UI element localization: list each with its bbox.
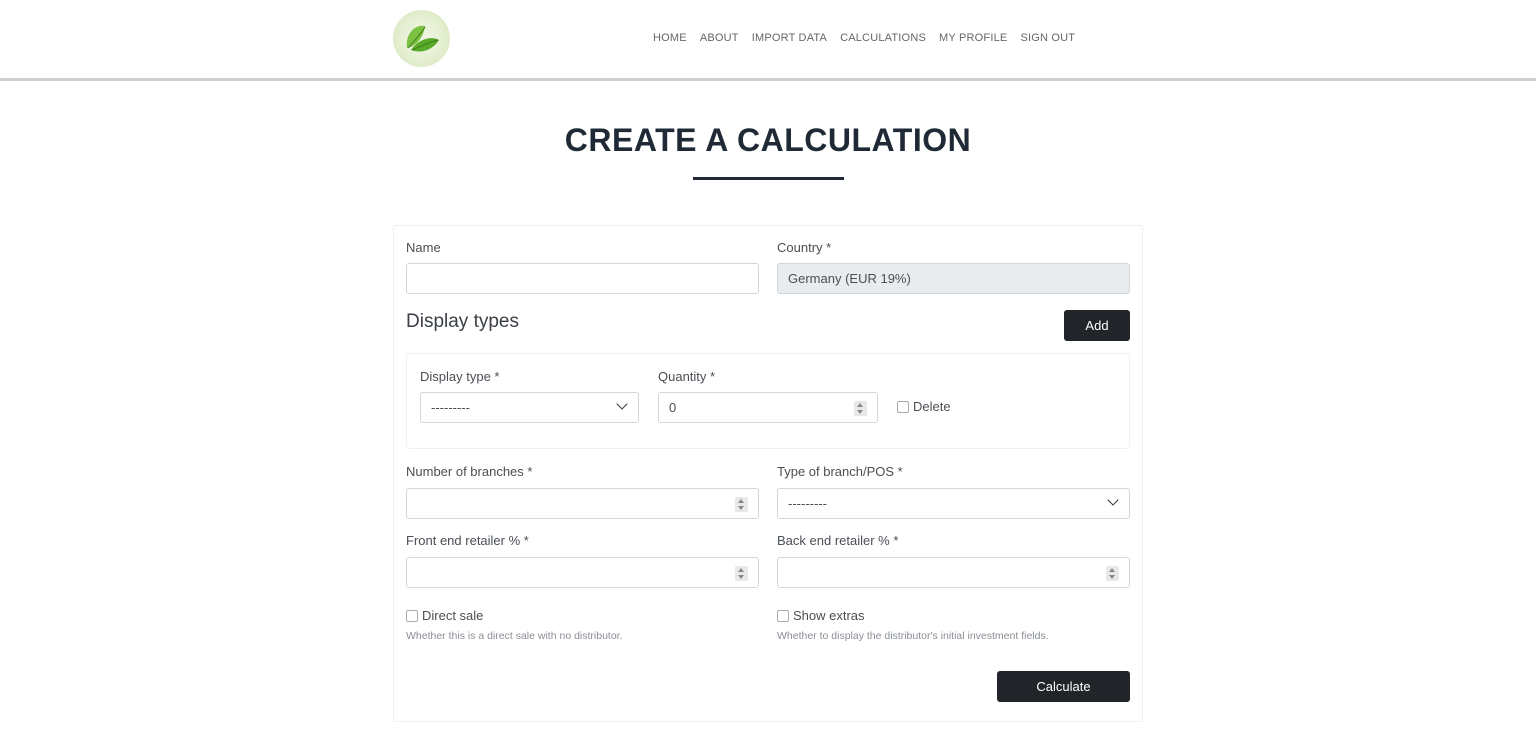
quantity-input[interactable]: 0 [658,392,878,423]
quantity-value: 0 [669,400,677,415]
nav-import-data[interactable]: IMPORT DATA [752,32,827,44]
show-extras-checkbox[interactable] [777,610,789,622]
display-type-label: Display type * [420,369,500,384]
delete-label[interactable]: Delete [913,399,951,414]
nav-about[interactable]: ABOUT [700,32,739,44]
quantity-label: Quantity * [658,369,716,384]
nav-my-profile[interactable]: MY PROFILE [939,32,1007,44]
leaf-logo-icon[interactable] [393,10,450,67]
display-type-select[interactable]: --------- [420,392,639,423]
branch-type-select[interactable]: --------- [777,488,1130,519]
country-label: Country * [777,240,832,255]
header-divider [0,78,1536,81]
branch-type-label: Type of branch/POS * [777,464,903,479]
page-title: CREATE A CALCULATION [564,122,972,158]
chevron-down-icon [1107,494,1119,506]
nav-home[interactable]: HOME [653,32,687,44]
calculate-button[interactable]: Calculate [997,671,1130,702]
chevron-down-icon [616,398,628,410]
main-nav: HOME ABOUT IMPORT DATA CALCULATIONS MY P… [653,32,1088,44]
back-end-input[interactable] [777,557,1130,588]
name-label: Name [406,240,441,255]
direct-sale-label[interactable]: Direct sale [422,608,483,623]
nav-calculations[interactable]: CALCULATIONS [840,32,926,44]
delete-checkbox[interactable] [897,401,909,413]
direct-sale-help: Whether this is a direct sale with no di… [406,630,623,642]
add-display-type-button[interactable]: Add [1064,310,1130,341]
name-input[interactable] [406,263,759,294]
show-extras-label[interactable]: Show extras [793,608,865,623]
display-types-heading: Display types [406,311,519,332]
branch-type-select-value: --------- [788,496,827,511]
front-end-label: Front end retailer % * [406,533,529,548]
show-extras-help: Whether to display the distributor's ini… [777,630,1049,642]
display-type-select-value: --------- [431,400,470,415]
number-spinner-icon[interactable] [735,497,748,512]
back-end-label: Back end retailer % * [777,533,899,548]
title-underline [693,177,844,180]
number-spinner-icon[interactable] [735,566,748,581]
nav-sign-out[interactable]: SIGN OUT [1020,32,1075,44]
front-end-input[interactable] [406,557,759,588]
country-field: Germany (EUR 19%) [777,263,1130,294]
direct-sale-checkbox[interactable] [406,610,418,622]
branches-label: Number of branches * [406,464,533,479]
number-spinner-icon[interactable] [854,401,867,416]
number-spinner-icon[interactable] [1106,566,1119,581]
branches-input[interactable] [406,488,759,519]
top-navbar: HOME ABOUT IMPORT DATA CALCULATIONS MY P… [0,0,1536,78]
